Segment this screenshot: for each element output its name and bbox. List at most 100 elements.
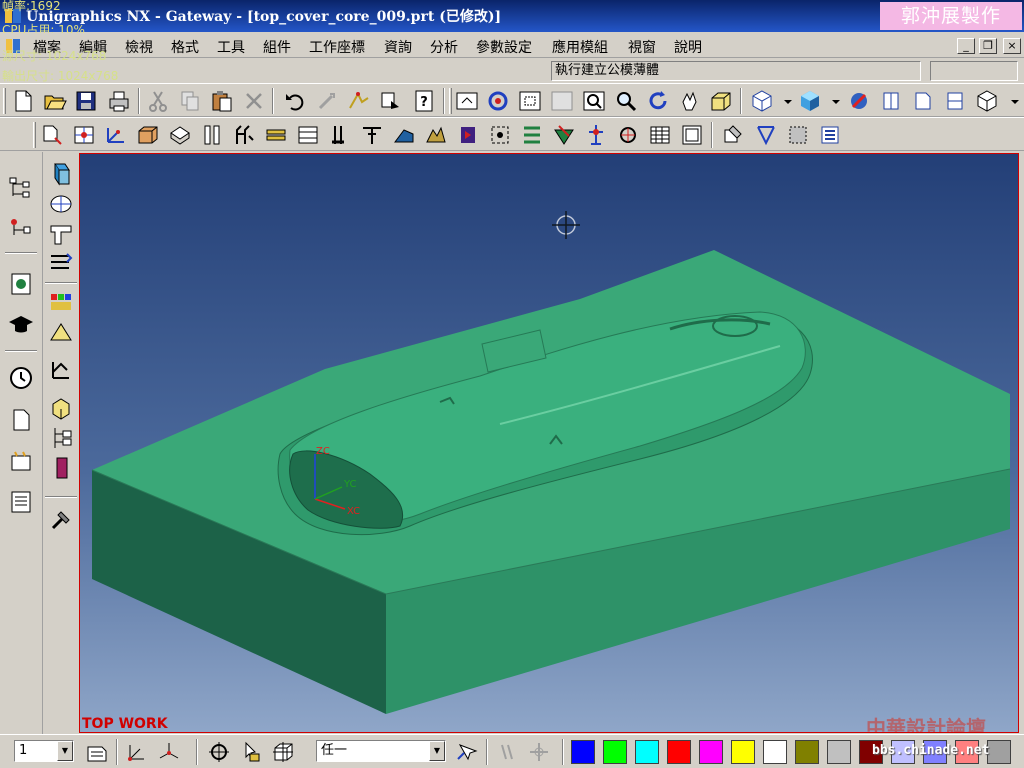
minimize-button[interactable]: _ bbox=[957, 38, 975, 54]
single-view-icon[interactable] bbox=[878, 88, 904, 114]
color-swatch-yellow[interactable] bbox=[731, 740, 755, 764]
menu-analysis[interactable]: 分析 bbox=[430, 37, 458, 57]
view-manager-icon[interactable] bbox=[721, 122, 747, 148]
mold-report-icon[interactable] bbox=[817, 122, 843, 148]
color-swatch-gray[interactable] bbox=[987, 740, 1011, 764]
cavity-layout-icon[interactable] bbox=[167, 122, 193, 148]
title-bar[interactable]: Unigraphics NX - Gateway - [top_cover_co… bbox=[0, 0, 1024, 36]
chevron-down-icon[interactable] bbox=[775, 88, 792, 114]
mold-tools-icon[interactable] bbox=[199, 122, 225, 148]
wireframe-box-icon[interactable] bbox=[974, 88, 1000, 114]
zoom-window-icon[interactable] bbox=[517, 88, 543, 114]
curve-tools-icon[interactable] bbox=[47, 318, 75, 346]
zoom-box-icon[interactable] bbox=[581, 88, 607, 114]
save-icon[interactable] bbox=[73, 88, 99, 114]
menu-view[interactable]: 檢視 bbox=[125, 37, 153, 57]
web-browser-icon[interactable] bbox=[7, 270, 35, 298]
paste-icon[interactable] bbox=[209, 88, 235, 114]
restore-button[interactable]: ❐ bbox=[979, 38, 997, 54]
menu-wcs[interactable]: 工作座標 bbox=[309, 37, 365, 57]
parting-icon[interactable] bbox=[231, 122, 257, 148]
menu-format[interactable]: 格式 bbox=[171, 37, 199, 57]
mold-validation-icon[interactable] bbox=[785, 122, 811, 148]
wcs-origin-icon[interactable] bbox=[124, 739, 150, 765]
close-button[interactable]: × bbox=[1003, 38, 1021, 54]
repeat-command-icon[interactable] bbox=[314, 88, 340, 114]
part-navigator-icon[interactable] bbox=[7, 214, 35, 242]
undo-icon[interactable] bbox=[282, 88, 308, 114]
cooling-icon[interactable] bbox=[487, 122, 513, 148]
history-clock-icon[interactable] bbox=[7, 364, 35, 392]
menu-help[interactable]: 說明 bbox=[674, 37, 702, 57]
view-orientation-icon[interactable] bbox=[749, 88, 775, 114]
mold-delete-icon[interactable] bbox=[753, 122, 779, 148]
ejector-pin-icon[interactable] bbox=[327, 122, 353, 148]
shrinkage-icon[interactable] bbox=[103, 122, 129, 148]
color-palette-icon[interactable] bbox=[47, 288, 75, 316]
chevron-down-icon[interactable] bbox=[823, 88, 840, 114]
select-component-icon[interactable] bbox=[238, 739, 264, 765]
pocket-icon[interactable] bbox=[583, 122, 609, 148]
menu-tools[interactable]: 工具 bbox=[217, 37, 245, 57]
system-materials-icon[interactable] bbox=[7, 448, 35, 476]
toolbar-grip[interactable] bbox=[449, 88, 452, 114]
hole-table-icon[interactable] bbox=[679, 122, 705, 148]
layout-icon[interactable] bbox=[910, 88, 936, 114]
color-swatch-red[interactable] bbox=[667, 740, 691, 764]
transform-icon[interactable] bbox=[346, 88, 372, 114]
chevron-down-icon[interactable]: ▼ bbox=[57, 741, 73, 761]
snap-point-icon[interactable] bbox=[206, 739, 232, 765]
door-icon[interactable] bbox=[47, 454, 75, 482]
select-arrow-icon[interactable] bbox=[454, 739, 480, 765]
sweep-icon[interactable] bbox=[47, 250, 75, 278]
menu-application[interactable]: 應用模組 bbox=[552, 37, 608, 57]
fit-view-icon[interactable] bbox=[454, 88, 480, 114]
workpiece-icon[interactable] bbox=[135, 122, 161, 148]
mold-core-model[interactable]: ZC XC YC bbox=[80, 154, 1019, 733]
layer-settings-icon[interactable] bbox=[84, 739, 110, 765]
mold-csys-icon[interactable] bbox=[71, 122, 97, 148]
cut-icon[interactable] bbox=[145, 88, 171, 114]
wcs-rotate-icon[interactable] bbox=[156, 739, 182, 765]
delete-icon[interactable] bbox=[241, 88, 267, 114]
chevron-down-icon[interactable]: ▼ bbox=[429, 741, 445, 761]
work-layer-select[interactable]: 1 ▼ bbox=[14, 740, 74, 762]
mold-drawing-icon[interactable] bbox=[647, 122, 673, 148]
color-swatch-blue[interactable] bbox=[571, 740, 595, 764]
sphere-icon[interactable] bbox=[47, 190, 75, 218]
insert-block-icon[interactable] bbox=[47, 160, 75, 188]
runner-icon[interactable] bbox=[455, 122, 481, 148]
hammer-icon[interactable] bbox=[47, 506, 75, 534]
color-swatch-silver[interactable] bbox=[827, 740, 851, 764]
mold-base-icon[interactable] bbox=[263, 122, 289, 148]
color-swatch-cyan[interactable] bbox=[635, 740, 659, 764]
select-feature-icon[interactable] bbox=[270, 739, 296, 765]
menu-assemblies[interactable]: 組件 bbox=[263, 37, 291, 57]
zoom-extents-icon[interactable] bbox=[549, 88, 575, 114]
rotate-view-icon[interactable] bbox=[485, 88, 511, 114]
assembly-navigator-icon[interactable] bbox=[7, 174, 35, 202]
menu-information[interactable]: 資詢 bbox=[384, 37, 412, 57]
toolbar-grip[interactable] bbox=[33, 122, 36, 148]
cursor-location-icon[interactable] bbox=[526, 739, 552, 765]
graphics-window[interactable]: ZC XC YC TOP WORK 中華設計論壇 bbox=[79, 153, 1019, 733]
type-filter-select[interactable]: 任一 ▼ bbox=[316, 740, 446, 762]
rotate-icon[interactable] bbox=[645, 88, 671, 114]
gate-icon[interactable] bbox=[423, 122, 449, 148]
bill-of-materials-icon[interactable] bbox=[615, 122, 641, 148]
project-init-icon[interactable] bbox=[39, 122, 65, 148]
color-swatch-white[interactable] bbox=[763, 740, 787, 764]
new-file-icon[interactable] bbox=[10, 88, 36, 114]
help-icon[interactable]: ? bbox=[411, 88, 437, 114]
electrode-icon[interactable] bbox=[519, 122, 545, 148]
chevron-down-icon[interactable] bbox=[1002, 88, 1019, 114]
pan-icon[interactable] bbox=[677, 88, 703, 114]
zoom-icon[interactable] bbox=[613, 88, 639, 114]
roles-icon[interactable] bbox=[7, 488, 35, 516]
point-icon[interactable] bbox=[47, 356, 75, 384]
split-view-icon[interactable] bbox=[942, 88, 968, 114]
copy-icon[interactable] bbox=[177, 88, 203, 114]
standard-part-icon[interactable] bbox=[295, 122, 321, 148]
menu-window[interactable]: 視窗 bbox=[628, 37, 656, 57]
blank-page-icon[interactable] bbox=[7, 406, 35, 434]
